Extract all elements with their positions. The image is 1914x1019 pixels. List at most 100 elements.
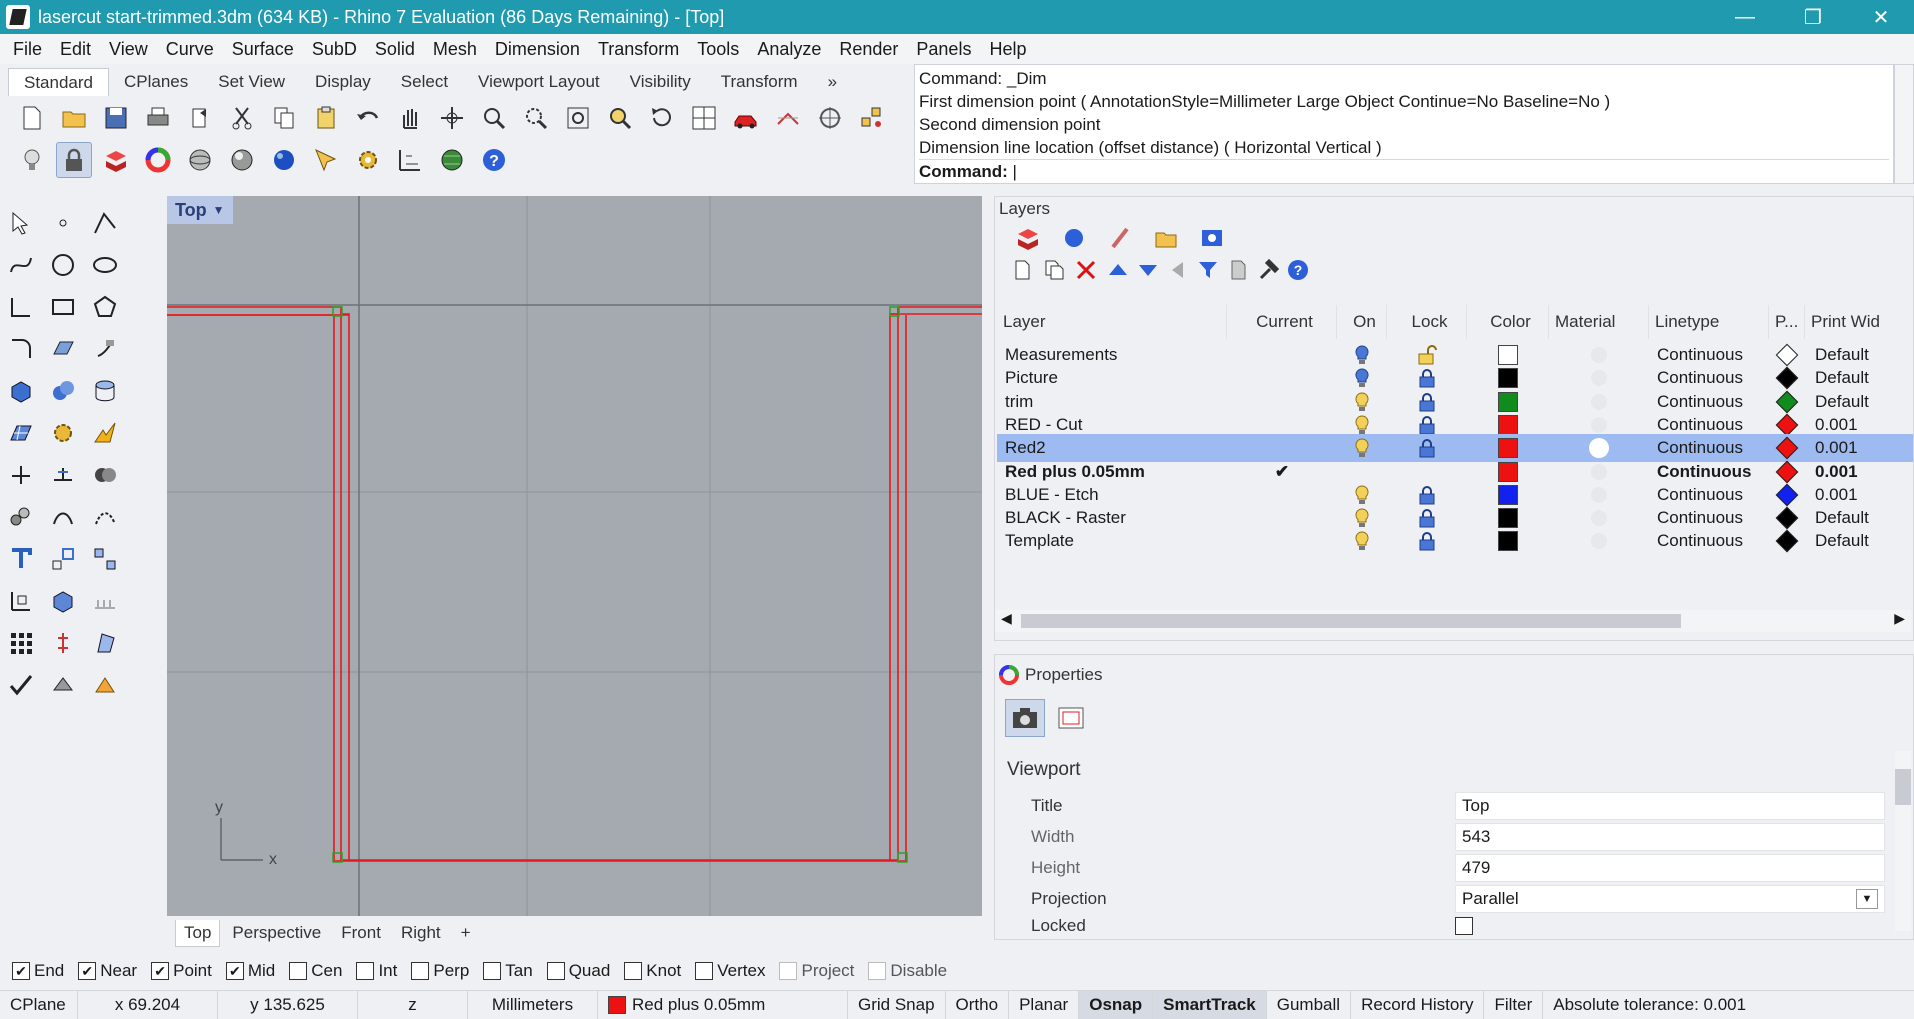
scroll-left-icon[interactable]: ◀ [1001, 610, 1012, 627]
layer-material[interactable] [1549, 527, 1649, 555]
menu-solid[interactable]: Solid [366, 39, 424, 60]
fillet-curve-icon[interactable] [2, 330, 40, 368]
osnap-checkbox[interactable] [779, 962, 798, 980]
layer-lock-toggle[interactable] [1387, 527, 1467, 555]
osnap-checkbox[interactable]: ✔ [78, 962, 97, 980]
sphere-solid-icon[interactable] [44, 372, 82, 410]
chevron-down-icon[interactable]: ▼ [213, 203, 225, 217]
array-icon[interactable] [86, 540, 124, 578]
osnap-disable[interactable]: Disable [868, 961, 947, 981]
snap-target-icon[interactable] [812, 100, 848, 136]
points-icon[interactable] [854, 100, 890, 136]
wireframe-sphere-icon[interactable] [182, 142, 218, 178]
layer-color-swatch[interactable] [1467, 527, 1549, 555]
record-history-toggle[interactable]: Record History [1351, 990, 1485, 1019]
render-preview-icon[interactable] [770, 100, 806, 136]
column-color[interactable]: Color [1467, 305, 1549, 339]
minimize-button[interactable]: — [1710, 0, 1780, 34]
curve-icon[interactable] [2, 246, 40, 284]
color-wheel-icon[interactable] [140, 142, 176, 178]
layers-help-icon[interactable]: ? [1281, 255, 1315, 285]
grid-snap-toggle[interactable]: Grid Snap [848, 990, 946, 1019]
menu-view[interactable]: View [100, 39, 157, 60]
osnap-vertex[interactable]: Vertex [695, 961, 765, 981]
move-out-icon[interactable] [1161, 255, 1195, 285]
osnap-int[interactable]: Int [356, 961, 397, 981]
selection-filter-icon[interactable] [308, 142, 344, 178]
grid-array-icon[interactable] [2, 624, 40, 662]
status-cplane[interactable]: CPlane [0, 990, 78, 1019]
viewport-tab-right[interactable]: Right [393, 920, 449, 946]
planar-toggle[interactable]: Planar [1009, 990, 1080, 1019]
add-viewport-tab-icon[interactable]: + [453, 920, 479, 946]
car-render-icon[interactable] [728, 100, 764, 136]
trim-icon[interactable] [44, 456, 82, 494]
polygon-icon[interactable] [86, 288, 124, 326]
scale-icon[interactable] [44, 540, 82, 578]
layer-on-toggle[interactable] [1337, 527, 1387, 555]
restore-button[interactable]: ❐ [1778, 0, 1848, 34]
analyze-icon[interactable] [44, 666, 82, 704]
rotate-view-icon[interactable] [434, 100, 470, 136]
zoom-selected-icon[interactable] [602, 100, 638, 136]
zoom-window-icon[interactable] [518, 100, 554, 136]
menu-tools[interactable]: Tools [688, 39, 748, 60]
osnap-checkbox[interactable] [483, 962, 502, 980]
osnap-toggle[interactable]: Osnap [1079, 990, 1154, 1019]
viewport-tab-front[interactable]: Front [333, 920, 389, 946]
layer-name[interactable]: Template [1005, 527, 1074, 555]
gumball-toggle[interactable]: Gumball [1267, 990, 1352, 1019]
tab-transform[interactable]: Transform [706, 68, 813, 96]
tab-set-view[interactable]: Set View [203, 68, 300, 96]
check-icon[interactable] [2, 666, 40, 704]
status-current-layer[interactable]: Red plus 0.05mm [598, 990, 848, 1019]
print-icon[interactable] [140, 100, 176, 136]
osnap-checkbox[interactable] [411, 962, 430, 980]
toolbar-overflow-button[interactable]: » [813, 68, 852, 96]
cylinder-icon[interactable] [86, 372, 124, 410]
render-tab-icon[interactable] [1057, 223, 1091, 253]
command-scrollbar[interactable] [1894, 64, 1914, 184]
undo-icon[interactable] [350, 100, 386, 136]
osnap-checkbox[interactable] [356, 962, 375, 980]
osnap-checkbox[interactable] [695, 962, 714, 980]
polyline-icon[interactable] [86, 204, 124, 242]
osnap-perp[interactable]: Perp [411, 961, 469, 981]
osnap-near[interactable]: ✔ Near [78, 961, 137, 981]
solid-tools-icon[interactable] [44, 582, 82, 620]
osnap-quad[interactable]: Quad [546, 961, 610, 981]
menu-mesh[interactable]: Mesh [424, 39, 486, 60]
locked-checkbox[interactable] [1455, 917, 1473, 935]
new-sublayer-icon[interactable] [1037, 255, 1071, 285]
arc-icon[interactable] [2, 288, 40, 326]
layer-print-width[interactable]: Default [1815, 527, 1869, 555]
text-icon[interactable] [2, 540, 40, 578]
offset-curve-icon[interactable] [44, 498, 82, 536]
new-layer-icon[interactable] [1005, 255, 1039, 285]
shaded-sphere-icon[interactable] [224, 142, 260, 178]
menu-edit[interactable]: Edit [51, 39, 100, 60]
layer-row[interactable]: Template Continuous Default [997, 527, 1913, 555]
rectangle-icon[interactable] [44, 288, 82, 326]
zoom-extents-icon[interactable] [560, 100, 596, 136]
menu-panels[interactable]: Panels [907, 39, 980, 60]
osnap-checkbox[interactable] [289, 962, 308, 980]
options-gear-icon[interactable] [350, 142, 386, 178]
osnap-checkbox[interactable] [868, 962, 887, 980]
explode-icon[interactable] [86, 414, 124, 452]
scrollbar-thumb[interactable] [1021, 614, 1681, 628]
viewport-top[interactable]: y x Top ▼ [167, 196, 982, 916]
tab-cplanes[interactable]: CPlanes [109, 68, 203, 96]
zoom-dynamic-icon[interactable] [476, 100, 512, 136]
delete-layer-icon[interactable] [1069, 255, 1103, 285]
dimension-icon[interactable] [392, 142, 428, 178]
property-width-field[interactable]: 543 [1455, 823, 1885, 851]
group-icon[interactable] [2, 498, 40, 536]
column-material[interactable]: Material [1549, 305, 1649, 339]
tab-select[interactable]: Select [386, 68, 463, 96]
viewport-frame-icon[interactable] [1051, 699, 1091, 737]
osnap-checkbox[interactable]: ✔ [12, 962, 30, 980]
osnap-tan[interactable]: Tan [483, 961, 533, 981]
ortho-toggle[interactable]: Ortho [946, 990, 1010, 1019]
menu-file[interactable]: File [4, 39, 51, 60]
